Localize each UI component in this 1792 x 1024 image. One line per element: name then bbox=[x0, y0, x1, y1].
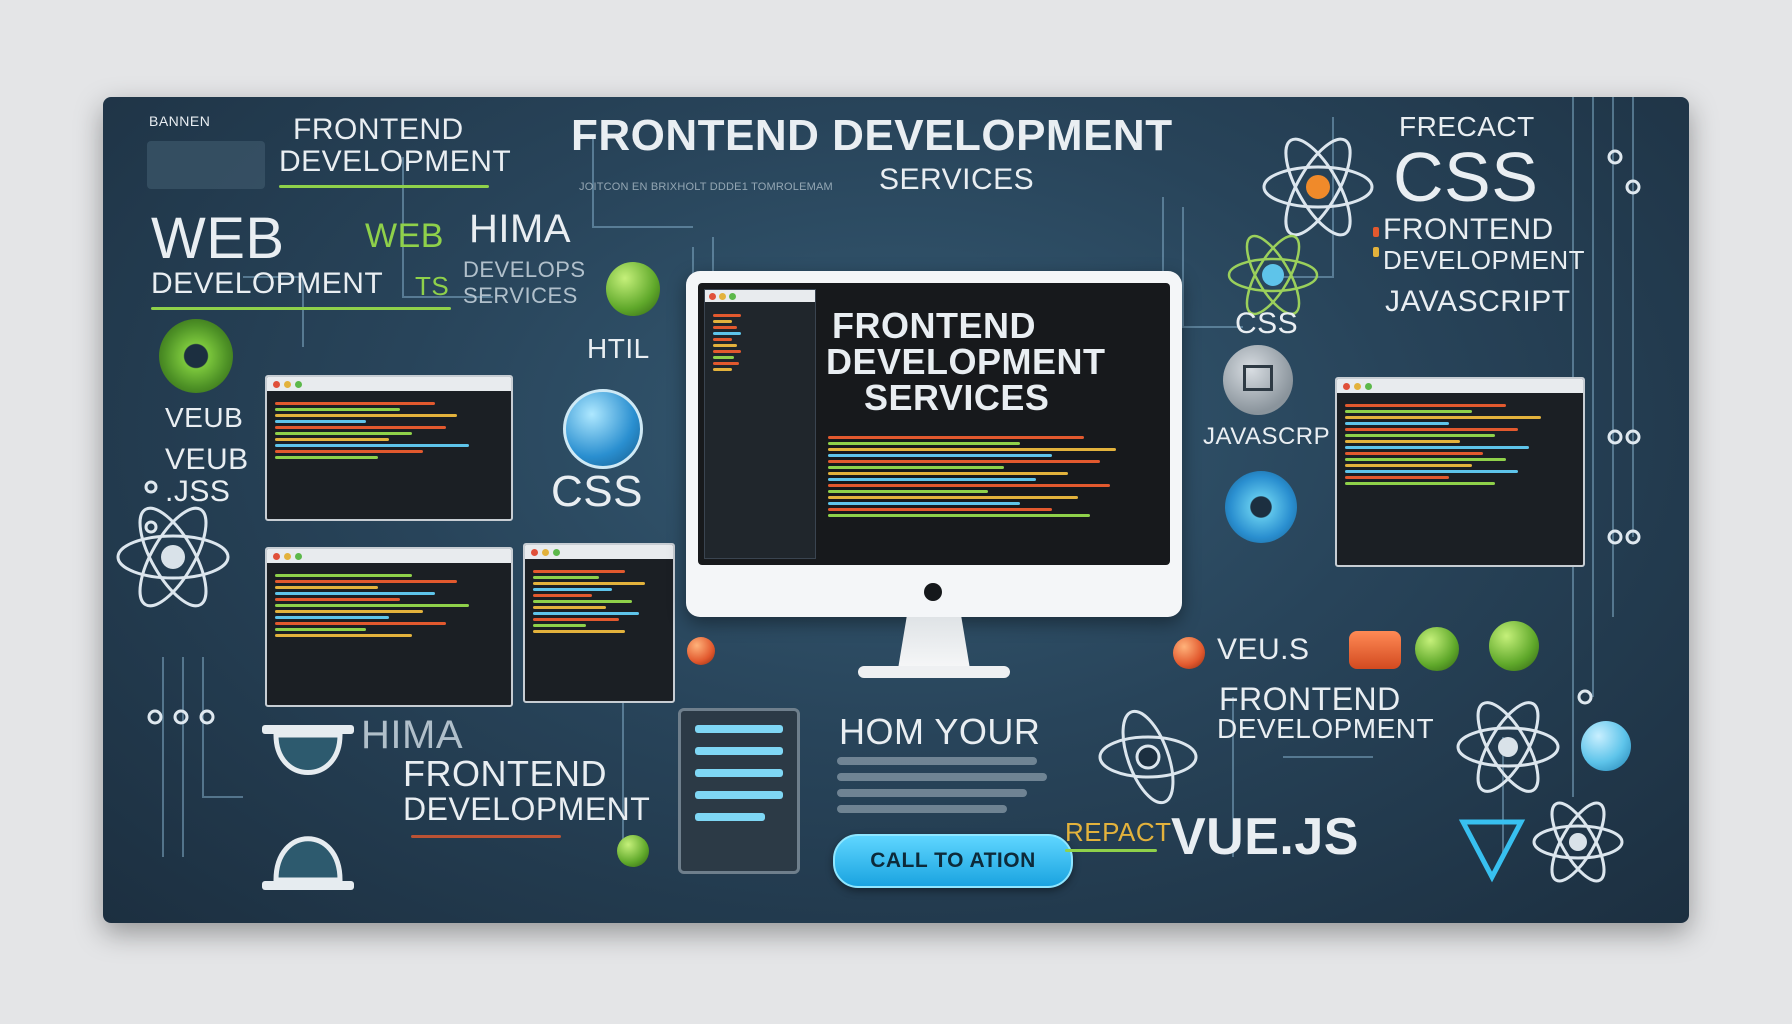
call-to-action-button[interactable]: CALL TO ATION bbox=[833, 834, 1073, 888]
orange-orb bbox=[687, 637, 715, 665]
blue-orb bbox=[1581, 721, 1631, 771]
monitor-code bbox=[828, 433, 1148, 553]
code-window bbox=[265, 375, 513, 521]
right-frontend-line2: DEVELOPMENT bbox=[1383, 245, 1585, 275]
blurred-text bbox=[837, 805, 1007, 813]
bullet bbox=[1373, 247, 1379, 257]
top-left-title-line2: DEVELOPMENT bbox=[279, 145, 512, 178]
webcam-dot bbox=[924, 583, 942, 601]
frontend-bottom-line1: FRONTEND bbox=[403, 753, 607, 794]
green-orb bbox=[606, 262, 660, 316]
frontend-bottom-line2: DEVELOPMENT bbox=[403, 791, 651, 827]
code-window bbox=[1335, 377, 1585, 567]
green-orb bbox=[1489, 621, 1539, 671]
green-orb bbox=[617, 835, 649, 867]
css-left: CSS bbox=[551, 467, 643, 516]
orange-orb bbox=[1173, 637, 1205, 669]
javascript-right: JAVASCRIPT bbox=[1385, 285, 1571, 318]
blurred-text bbox=[837, 789, 1027, 797]
bullet bbox=[1373, 227, 1379, 237]
headline-line1: FRONTEND DEVELOPMENT bbox=[571, 111, 1173, 160]
underline bbox=[1065, 849, 1157, 852]
blurred-text bbox=[837, 773, 1047, 781]
vuejs: VUE.JS bbox=[1171, 808, 1359, 866]
develops-line2: SERVICES bbox=[463, 283, 578, 308]
blurred-logo bbox=[147, 141, 265, 189]
box-icon bbox=[1223, 345, 1293, 415]
blurred-text bbox=[837, 757, 1037, 765]
hima-bottom: HIMA bbox=[361, 713, 463, 757]
code-window bbox=[265, 547, 513, 707]
headline-line2: SERVICES bbox=[879, 163, 1035, 196]
html-label: HTIL bbox=[587, 333, 650, 364]
web-big: WEB bbox=[151, 206, 285, 271]
headline-caption: JOITCON EN BRIXHOLT DDDE1 TOMROLEMAM bbox=[579, 181, 833, 193]
right-frontend-line1: FRONTEND bbox=[1383, 213, 1554, 246]
editor-sidebar bbox=[704, 289, 816, 559]
corner-label: BANNEN bbox=[149, 113, 211, 129]
top-left-title-line1: FRONTEND bbox=[293, 113, 464, 146]
web-ts: TS bbox=[415, 271, 450, 301]
underline bbox=[411, 835, 561, 838]
document-icon bbox=[678, 708, 800, 874]
develops-line1: DEVELOPS bbox=[463, 257, 586, 282]
css-right: CSS bbox=[1235, 307, 1299, 340]
globe-icon bbox=[563, 389, 643, 469]
green-orb bbox=[1415, 627, 1459, 671]
code-window bbox=[523, 543, 675, 703]
monitor-title-line3: SERVICES bbox=[864, 377, 1050, 418]
hom-your: HOM YOUR bbox=[839, 711, 1041, 752]
underline bbox=[279, 185, 489, 188]
frontend-lower-line2: DEVELOPMENT bbox=[1217, 713, 1435, 744]
monitor-screen: FRONTEND DEVELOPMENT SERVICES bbox=[698, 283, 1170, 565]
monitor: FRONTEND DEVELOPMENT SERVICES bbox=[686, 271, 1182, 617]
target-icon bbox=[159, 319, 233, 393]
banner: BANNEN FRONTEND DEVELOPMENT WEB WEB DEVE… bbox=[103, 97, 1689, 923]
web-small: WEB bbox=[365, 217, 444, 255]
monitor-stand bbox=[898, 617, 970, 669]
blue-target-icon bbox=[1225, 471, 1297, 543]
css-big: CSS bbox=[1393, 138, 1539, 216]
veub-js-line2: .JSS bbox=[165, 475, 231, 508]
orange-pill bbox=[1349, 631, 1401, 669]
veub-js-line1: VEUB bbox=[165, 443, 249, 476]
monitor-base bbox=[858, 666, 1010, 678]
veu-s: VEU.S bbox=[1217, 633, 1310, 666]
web-development: DEVELOPMENT bbox=[151, 267, 384, 300]
repact: REPACT bbox=[1065, 817, 1172, 847]
javascrp: JAVASCRP bbox=[1203, 423, 1331, 450]
hima-top: HIMA bbox=[469, 207, 571, 251]
underline bbox=[151, 307, 451, 310]
veub: VEUB bbox=[165, 402, 244, 433]
